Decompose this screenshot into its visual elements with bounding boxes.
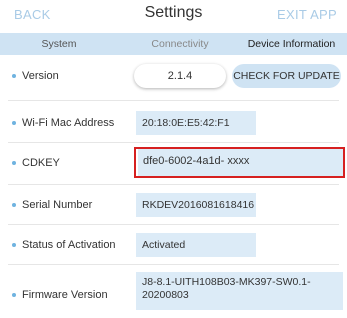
check-for-update-button[interactable]: CHECK FOR UPDATE bbox=[232, 64, 341, 88]
cdkey-label: CDKEY bbox=[22, 157, 60, 169]
bullet-dot bbox=[12, 243, 16, 247]
firmware-version-label: Firmware Version bbox=[22, 289, 108, 301]
version-label: Version bbox=[22, 70, 59, 82]
divider bbox=[8, 142, 339, 143]
divider bbox=[8, 100, 339, 101]
tab-bar: System Connectivity Device Information bbox=[0, 33, 347, 55]
wifi-mac-label: Wi-Fi Mac Address bbox=[22, 117, 115, 129]
bullet-dot bbox=[12, 161, 16, 165]
activation-status-label: Status of Activation bbox=[22, 239, 116, 251]
serial-number-label: Serial Number bbox=[22, 199, 93, 211]
tab-device-information[interactable]: Device Information bbox=[238, 33, 345, 55]
wifi-mac-value: 20:18:0E:E5:42:F1 bbox=[136, 111, 256, 135]
divider bbox=[8, 264, 339, 265]
bullet-dot bbox=[12, 74, 16, 78]
firmware-version-value: J8-8.1-UITH108B03-MK397-SW0.1-20200803 bbox=[136, 272, 343, 310]
serial-number-value: RKDEV2016081618416 bbox=[136, 193, 256, 217]
version-value: 2.1.4 bbox=[134, 64, 226, 88]
divider bbox=[8, 224, 339, 225]
bullet-dot bbox=[12, 121, 16, 125]
cdkey-highlight-box bbox=[134, 147, 345, 178]
bullet-dot bbox=[12, 293, 16, 297]
exit-app-button[interactable]: EXIT APP bbox=[277, 7, 337, 22]
top-bar: BACK Settings EXIT APP bbox=[0, 0, 347, 30]
bullet-dot bbox=[12, 203, 16, 207]
tab-connectivity[interactable]: Connectivity bbox=[130, 33, 230, 55]
activation-status-value: Activated bbox=[136, 233, 256, 257]
divider bbox=[8, 184, 339, 185]
tab-system[interactable]: System bbox=[0, 33, 118, 55]
